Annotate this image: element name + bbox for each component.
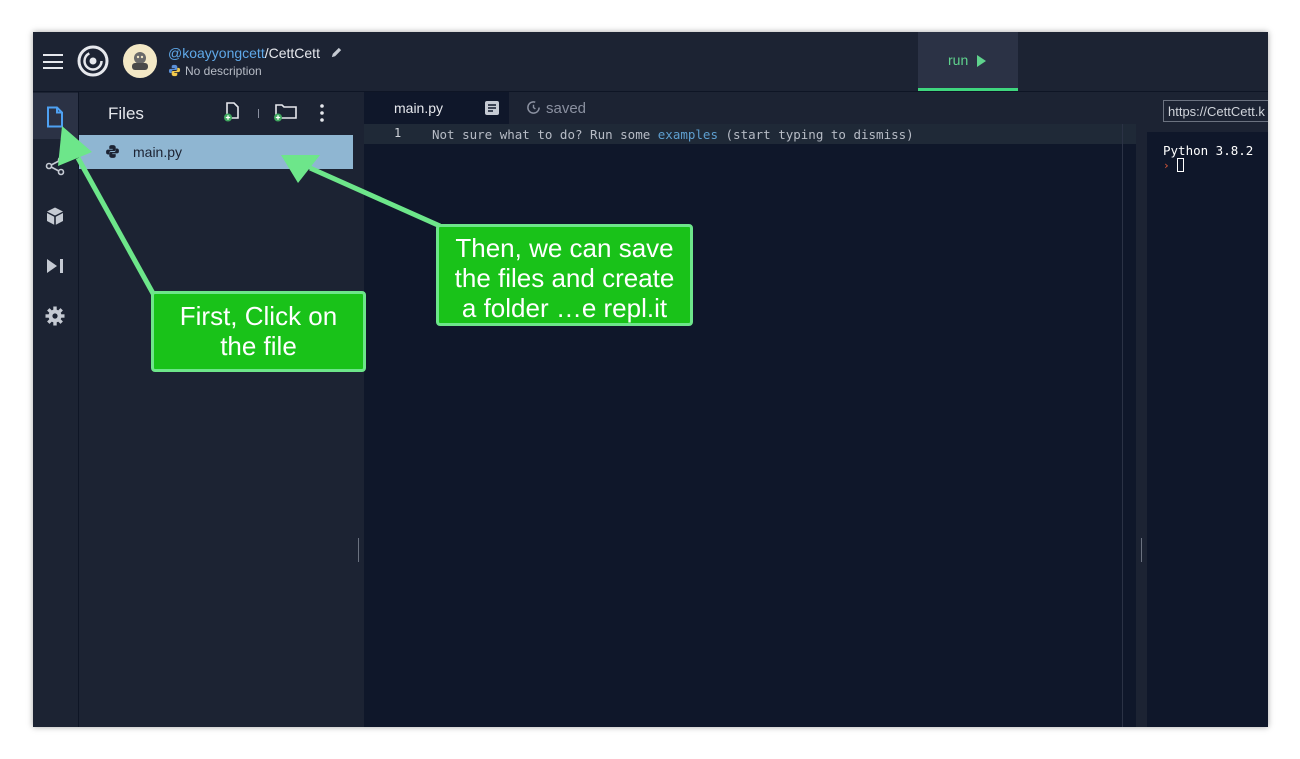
callout-2-line-3: a folder …e repl.it — [461, 293, 668, 323]
arrow-to-files-icon — [58, 126, 158, 299]
callout-1-line-1: First, Click on — [179, 301, 338, 331]
callout-2-line-1: Then, we can save — [455, 233, 674, 263]
annotation-arrows — [58, 126, 442, 299]
callout-2-line-2: the files and create — [454, 263, 675, 293]
callout-click-file: First, Click on the file — [151, 291, 366, 372]
callout-save-files: Then, we can save the files and create a… — [436, 224, 693, 326]
arrow-to-file-item — [281, 155, 442, 229]
callout-1-line-2: the file — [220, 331, 297, 361]
